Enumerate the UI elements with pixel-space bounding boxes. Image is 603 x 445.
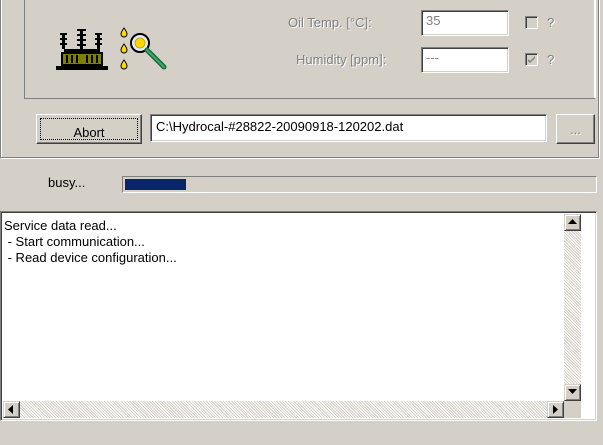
abort-button[interactable]: Abort	[36, 114, 142, 144]
oil-temp-field[interactable]: 35	[421, 10, 509, 36]
scroll-down-icon	[568, 389, 577, 394]
horizontal-scrollbar[interactable]	[3, 401, 564, 418]
scroll-right-button[interactable]	[547, 401, 564, 418]
log-text: Service data read... - Start communicati…	[4, 218, 177, 265]
scroll-down-button[interactable]	[564, 384, 581, 401]
oil-temp-help: ?	[547, 15, 555, 30]
scroll-up-icon	[568, 219, 577, 224]
log-box[interactable]: Service data read... - Start communicati…	[0, 211, 597, 421]
transformer-icon	[56, 29, 108, 70]
scroll-left-icon	[8, 405, 13, 414]
scroll-right-icon	[553, 405, 558, 414]
humidity-checkbox[interactable]	[525, 53, 538, 66]
oil-temp-checkbox[interactable]	[525, 16, 538, 29]
vertical-scrollbar[interactable]	[564, 214, 581, 401]
humidity-help: ?	[547, 52, 555, 67]
browse-button[interactable]: ...	[556, 114, 595, 144]
checkbox-check-icon	[528, 56, 535, 63]
abort-button-label: Abort	[73, 124, 105, 140]
scrollbar-corner	[564, 401, 581, 418]
status-label: busy...	[48, 175, 86, 190]
oil-temp-label: Oil Temp. [°C]:	[288, 15, 372, 30]
scroll-up-button[interactable]	[564, 214, 581, 231]
humidity-field[interactable]: ---	[421, 47, 509, 73]
progress-fill	[125, 179, 186, 190]
scroll-left-button[interactable]	[3, 401, 20, 418]
file-path-field[interactable]: C:\Hydrocal-#28822-20090918-120202.dat	[150, 114, 547, 142]
progress-bar	[122, 176, 597, 193]
browse-button-label: ...	[570, 121, 581, 137]
humidity-label: Humidity [ppm]:	[296, 52, 387, 67]
oil-drop-magnifier-icon	[120, 27, 167, 70]
